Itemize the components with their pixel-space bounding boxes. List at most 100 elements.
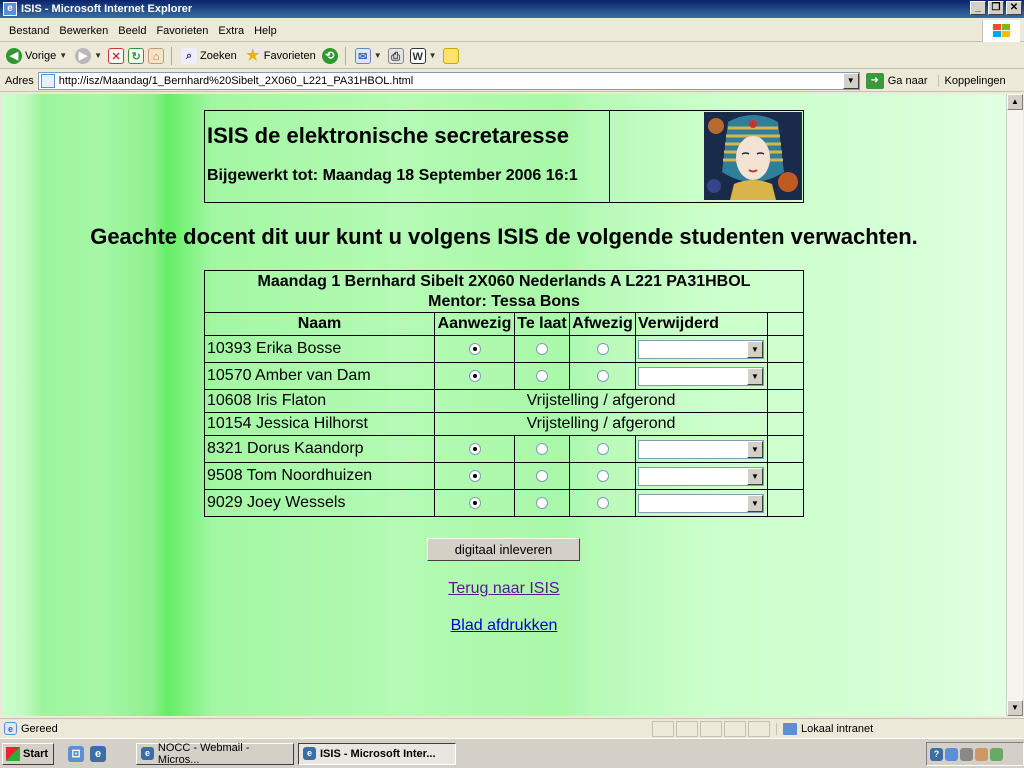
task-isis[interactable]: e ISIS - Microsoft Inter... bbox=[298, 742, 456, 765]
monitor-icon[interactable] bbox=[960, 747, 973, 761]
table-row: 10608 Iris Flaton Vrijstelling / afgeron… bbox=[204, 389, 804, 413]
col-header-empty bbox=[767, 312, 804, 336]
toolbar: ◀ Vorige ▼ ▶ ▼ ✕ ↻ ⌂ ⌕ Zoeken ★ Favoriet… bbox=[0, 43, 1024, 69]
table-row: 9029 Joey Wessels ▼ bbox=[204, 489, 804, 517]
network-icon[interactable] bbox=[945, 747, 958, 761]
print-icon[interactable]: ⎙ bbox=[387, 47, 404, 64]
verwijderd-select[interactable]: ▼ bbox=[638, 366, 764, 386]
header-table: ISIS de elektronische secretaresse Bijge… bbox=[204, 110, 804, 203]
close-button[interactable]: ✕ bbox=[1006, 1, 1022, 15]
back-button[interactable]: ◀ Vorige ▼ bbox=[4, 47, 69, 64]
go-button[interactable]: ➜ Ga naar bbox=[865, 72, 928, 89]
windows-flag-icon bbox=[6, 746, 20, 761]
chevron-down-icon[interactable]: ▼ bbox=[747, 340, 763, 358]
afwezig-radio[interactable] bbox=[596, 469, 609, 482]
te-laat-cell bbox=[514, 435, 570, 463]
submit-button[interactable]: digitaal inleveren bbox=[427, 538, 580, 561]
verwijderd-select[interactable]: ▼ bbox=[638, 466, 764, 486]
ie-quicklaunch-icon[interactable]: e bbox=[90, 745, 106, 762]
col-header-te-laat: Te laat bbox=[514, 312, 570, 336]
security-icon[interactable] bbox=[975, 747, 988, 761]
help-icon[interactable]: ? bbox=[930, 747, 943, 761]
aanwezig-radio[interactable] bbox=[468, 369, 481, 382]
aanwezig-radio[interactable] bbox=[468, 342, 481, 355]
task-nocc-webmail[interactable]: e NOCC - Webmail - Micros... bbox=[136, 742, 294, 766]
go-label: Ga naar bbox=[887, 74, 928, 87]
chevron-down-icon[interactable]: ▼ bbox=[747, 467, 763, 485]
menu-help[interactable]: Help bbox=[249, 25, 282, 37]
scroll-up-icon[interactable]: ▲ bbox=[1007, 94, 1023, 110]
start-button[interactable]: Start bbox=[2, 742, 54, 765]
te-laat-radio[interactable] bbox=[536, 342, 548, 355]
menu-beeld[interactable]: Beeld bbox=[113, 25, 151, 37]
empty-cell bbox=[767, 462, 804, 490]
task-label: ISIS - Microsoft Inter... bbox=[320, 747, 436, 760]
links-button[interactable]: Koppelingen bbox=[937, 74, 1006, 87]
home-icon[interactable]: ⌂ bbox=[148, 47, 165, 64]
favorites-label: Favorieten bbox=[263, 49, 316, 62]
chevron-down-icon[interactable]: ▼ bbox=[747, 367, 763, 385]
col-header-aanwezig: Aanwezig bbox=[434, 312, 515, 336]
aanwezig-radio[interactable] bbox=[468, 469, 481, 482]
table-row: 9508 Tom Noordhuizen ▼ bbox=[204, 462, 804, 490]
desktop-icon[interactable]: ⊡ bbox=[68, 745, 84, 762]
stop-icon[interactable]: ✕ bbox=[108, 47, 125, 64]
empty-cell bbox=[767, 489, 804, 517]
verwijderd-select[interactable]: ▼ bbox=[638, 439, 764, 459]
te-laat-radio[interactable] bbox=[536, 369, 548, 382]
scroll-down-icon[interactable]: ▼ bbox=[1007, 700, 1023, 716]
verwijderd-select[interactable]: ▼ bbox=[638, 493, 764, 513]
status-panel bbox=[676, 720, 698, 737]
te-laat-radio[interactable] bbox=[536, 496, 548, 509]
forward-button[interactable]: ▶ ▼ bbox=[73, 47, 104, 64]
word-button[interactable]: W ▼ bbox=[408, 47, 439, 64]
address-input[interactable]: http://isz/Maandag/1_Bernhard%20Sibelt_2… bbox=[37, 71, 860, 90]
menu-bewerken[interactable]: Bewerken bbox=[54, 25, 113, 37]
chevron-down-icon[interactable]: ▼ bbox=[429, 51, 437, 60]
aanwezig-cell bbox=[434, 362, 515, 390]
vertical-scrollbar[interactable]: ▲ ▼ bbox=[1006, 94, 1023, 716]
refresh-icon[interactable]: ↻ bbox=[128, 47, 145, 64]
afwezig-radio[interactable] bbox=[596, 442, 609, 455]
back-label: Vorige bbox=[25, 49, 57, 62]
chevron-down-icon[interactable]: ▼ bbox=[842, 72, 859, 89]
afwezig-radio[interactable] bbox=[596, 496, 609, 509]
menu-bestand[interactable]: Bestand bbox=[4, 25, 54, 37]
menu-favorieten[interactable]: Favorieten bbox=[151, 25, 213, 37]
afwezig-radio[interactable] bbox=[596, 342, 609, 355]
page-icon bbox=[40, 73, 55, 88]
aanwezig-cell bbox=[434, 335, 515, 363]
history-icon[interactable]: ⟲ bbox=[321, 47, 338, 64]
te-laat-radio[interactable] bbox=[536, 469, 548, 482]
chevron-down-icon[interactable]: ▼ bbox=[94, 51, 102, 60]
print-page-link-text[interactable]: Blad afdrukken bbox=[451, 617, 558, 634]
address-url[interactable]: http://isz/Maandag/1_Bernhard%20Sibelt_2… bbox=[59, 75, 413, 87]
menu-extra[interactable]: Extra bbox=[213, 25, 249, 37]
chevron-down-icon[interactable]: ▼ bbox=[374, 51, 382, 60]
messenger-icon[interactable] bbox=[442, 47, 459, 64]
te-laat-cell bbox=[514, 462, 570, 490]
taskbar: Start ⊡ e e NOCC - Webmail - Micros... e… bbox=[0, 738, 1024, 768]
search-button[interactable]: ⌕ Zoeken bbox=[179, 47, 239, 64]
aanwezig-radio[interactable] bbox=[468, 442, 481, 455]
page-title: ISIS de elektronische secretaresse bbox=[207, 123, 569, 148]
restore-button[interactable]: ❐ bbox=[988, 1, 1004, 15]
back-to-isis-link-text[interactable]: Terug naar ISIS bbox=[448, 580, 559, 597]
chevron-down-icon[interactable]: ▼ bbox=[747, 440, 763, 458]
minimize-button[interactable]: _ bbox=[970, 1, 986, 15]
volume-icon[interactable] bbox=[990, 747, 1003, 761]
verwijderd-select[interactable]: ▼ bbox=[638, 339, 764, 359]
te-laat-radio[interactable] bbox=[536, 442, 548, 455]
chevron-down-icon[interactable]: ▼ bbox=[59, 51, 67, 60]
chevron-down-icon[interactable]: ▼ bbox=[747, 494, 763, 512]
toolbar-separator bbox=[344, 46, 346, 65]
page-content: ISIS de elektronische secretaresse Bijge… bbox=[2, 94, 1006, 716]
afwezig-cell bbox=[569, 462, 636, 490]
address-bar: Adres http://isz/Maandag/1_Bernhard%20Si… bbox=[0, 70, 1024, 92]
aanwezig-radio[interactable] bbox=[468, 496, 481, 509]
mail-button[interactable]: ✉ ▼ bbox=[353, 47, 384, 64]
afwezig-radio[interactable] bbox=[596, 369, 609, 382]
header-image-cell bbox=[610, 111, 803, 202]
menu-bar: Bestand Bewerken Beeld Favorieten Extra … bbox=[0, 20, 1024, 42]
favorites-button[interactable]: ★ Favorieten bbox=[243, 47, 318, 64]
